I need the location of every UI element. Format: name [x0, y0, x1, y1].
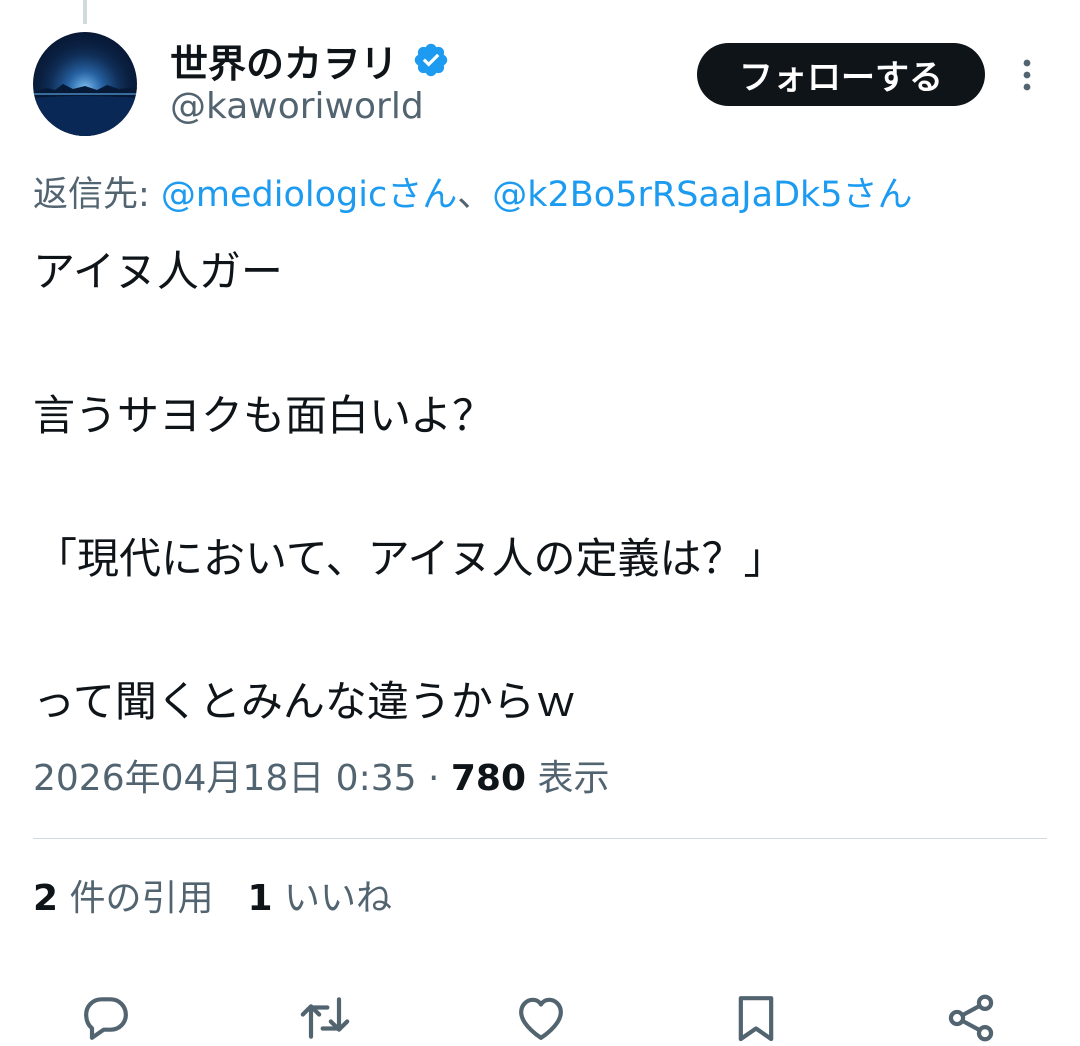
tweet-text-line: って聞くとみんな違うからｗ — [33, 677, 577, 726]
tweet-text-line: 「現代において、アイヌ人の定義は？」 — [35, 534, 786, 583]
author-handle[interactable]: @kaworiworld — [170, 86, 424, 127]
quotes-count: 2 — [33, 878, 59, 919]
reply-to-line: 返信先: @mediologicさん、@k2Bo5rRSaaJaDk5さん — [33, 166, 913, 217]
likes-label: いいね — [272, 878, 393, 919]
views-count: 780 — [450, 758, 527, 799]
engagement-stats: 2 件の引用 1 いいね — [33, 876, 392, 922]
likes-count: 1 — [247, 878, 273, 919]
retweet-icon[interactable] — [297, 990, 353, 1046]
tweet-timestamp[interactable]: 2026年04月18日 0:35 — [33, 758, 417, 799]
likes-stat[interactable]: 1 いいね — [248, 878, 393, 919]
like-icon[interactable] — [513, 990, 569, 1046]
views-label: 表示 — [526, 758, 610, 799]
verified-badge-icon — [414, 43, 448, 77]
reply-mention-k2bo5rrsaajadk5[interactable]: @k2Bo5rRSaaJaDk5さん — [492, 175, 912, 215]
tweet-meta: 2026年04月18日 0:35 · 780 表示 — [33, 756, 609, 802]
reply-mention-separator: 、 — [457, 175, 493, 215]
share-icon[interactable] — [943, 990, 999, 1046]
quotes-stat[interactable]: 2 件の引用 — [33, 878, 214, 919]
tweet-text-line: アイヌ人ガー — [33, 247, 283, 296]
more-vertical-icon[interactable] — [1010, 54, 1044, 96]
thread-connector-line — [83, 0, 87, 24]
bookmark-icon[interactable] — [728, 990, 784, 1046]
quotes-label: 件の引用 — [58, 878, 214, 919]
reply-icon[interactable] — [78, 990, 134, 1046]
tweet-text-line: 言うサヨクも面白いよ？ — [33, 391, 495, 440]
avatar[interactable] — [33, 32, 137, 136]
follow-button[interactable]: フォローする — [697, 43, 985, 106]
reply-mention-mediologic[interactable]: @mediologicさん — [161, 175, 457, 215]
author-name-row[interactable]: 世界のカヲリ — [170, 34, 450, 86]
divider — [33, 838, 1047, 839]
meta-separator-dot: · — [416, 758, 451, 799]
avatar-image — [33, 32, 137, 136]
author-display-name[interactable]: 世界のカヲリ — [170, 33, 398, 88]
reply-to-prefix: 返信先: — [33, 175, 161, 215]
